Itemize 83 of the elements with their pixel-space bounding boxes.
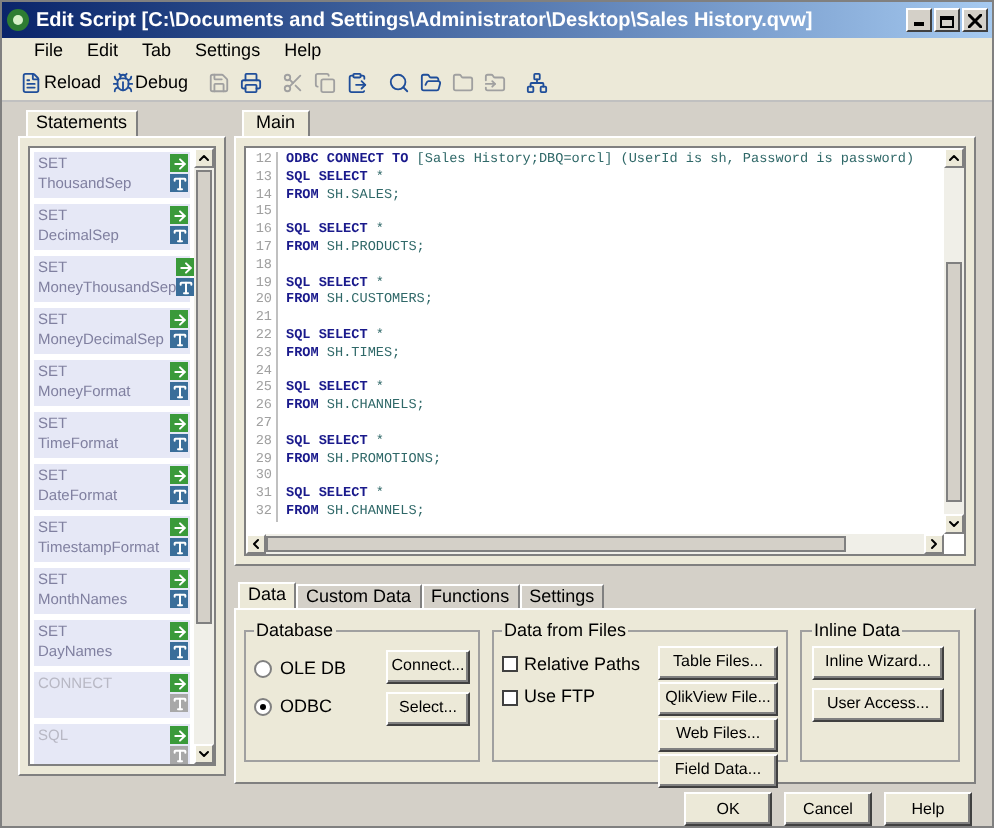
scroll-up-button[interactable] <box>944 148 964 168</box>
scroll-down-button[interactable] <box>944 514 964 534</box>
database-button[interactable]: Select... <box>386 691 470 725</box>
radio-button[interactable] <box>254 659 272 678</box>
menu-item[interactable]: Settings <box>195 38 261 66</box>
folder-icon[interactable] <box>418 69 445 97</box>
statements-tab[interactable]: Statements <box>26 110 138 136</box>
scroll-right-button[interactable] <box>924 534 944 554</box>
close-button[interactable] <box>962 8 988 32</box>
data-tab[interactable]: Functions <box>421 584 520 608</box>
vertical-scrollbar[interactable] <box>944 148 964 534</box>
copy-icon <box>314 72 337 94</box>
files-button[interactable]: Web Files... <box>658 717 778 751</box>
scroll-thumb[interactable] <box>266 536 846 552</box>
paste-icon[interactable] <box>344 69 371 97</box>
text-icon[interactable] <box>176 278 194 296</box>
radio-option[interactable]: OLE DB <box>254 655 347 682</box>
folder-icon <box>452 72 475 94</box>
search-icon[interactable] <box>386 69 413 97</box>
data-tab[interactable]: Data <box>238 582 297 608</box>
save-icon <box>208 72 231 94</box>
text-icon[interactable] <box>170 434 188 452</box>
dialog-button[interactable]: Help <box>884 792 972 826</box>
menu-item[interactable]: File <box>34 38 64 66</box>
data-tab[interactable]: Custom Data <box>296 584 422 608</box>
chevron-icon <box>946 150 962 166</box>
paste-icon <box>346 72 369 94</box>
chevron-icon <box>248 536 264 552</box>
horizontal-scrollbar[interactable] <box>246 534 944 554</box>
inline-data-button[interactable]: Inline Wizard... <box>812 645 944 679</box>
group-title: Inline Data <box>812 618 903 644</box>
text-icon[interactable] <box>170 538 188 556</box>
checkbox-option[interactable]: Relative Paths <box>502 651 641 678</box>
search-icon <box>388 72 411 94</box>
toolbar-button[interactable]: Reload <box>18 69 104 97</box>
scroll-left-button[interactable] <box>246 534 266 554</box>
app-icon <box>6 8 30 32</box>
window-title: Edit Script [C:\Documents and Settings\Administrator\Desktop\Sales History.qvw] <box>36 7 815 35</box>
scroll-thumb[interactable] <box>196 170 212 624</box>
checkbox[interactable] <box>502 656 518 673</box>
cut-icon <box>282 72 305 94</box>
folder-icon <box>484 72 507 94</box>
text-icon[interactable] <box>170 642 188 660</box>
database-button[interactable]: Connect... <box>386 649 470 683</box>
files-button[interactable]: Table Files... <box>658 645 778 679</box>
text-icon[interactable] <box>170 226 188 244</box>
scroll-up-button[interactable] <box>194 148 214 168</box>
text-icon[interactable] <box>170 382 188 400</box>
chevron-icon <box>196 746 212 762</box>
vertical-scrollbar[interactable] <box>194 148 214 764</box>
data-tab[interactable]: Settings <box>519 584 605 608</box>
bug-icon <box>111 72 134 94</box>
menu-item[interactable]: Help <box>284 38 322 66</box>
inline-data-button[interactable]: User Access... <box>812 687 944 721</box>
dialog-button[interactable]: OK <box>684 792 772 826</box>
toolbar-button[interactable]: Debug <box>109 69 191 97</box>
print-icon <box>240 72 263 94</box>
text-icon[interactable] <box>170 330 188 348</box>
document-icon <box>20 72 42 94</box>
minimize-button[interactable] <box>906 8 932 32</box>
maximize-button[interactable] <box>934 8 960 32</box>
text-icon[interactable] <box>170 174 188 192</box>
scroll-down-button[interactable] <box>194 744 214 764</box>
text-icon[interactable] <box>170 486 188 504</box>
scroll-thumb[interactable] <box>946 261 962 501</box>
checkbox[interactable] <box>502 689 518 706</box>
text-icon[interactable] <box>170 590 188 608</box>
folder-icon <box>420 72 443 94</box>
radio-option[interactable]: ODBC <box>254 694 347 721</box>
chevron-icon <box>196 150 212 166</box>
group-title: Database <box>254 618 336 644</box>
menu-item[interactable]: Tab <box>142 38 172 66</box>
dialog-button[interactable]: Cancel <box>784 792 872 826</box>
diagram-icon <box>526 72 549 94</box>
diagram-icon[interactable] <box>524 69 551 97</box>
files-button[interactable]: QlikView File... <box>658 681 778 715</box>
group-title: Data from Files <box>502 618 629 644</box>
radio-button[interactable] <box>254 698 272 717</box>
checkbox-option[interactable]: Use FTP <box>502 684 641 711</box>
print-icon[interactable] <box>238 69 265 97</box>
files-button[interactable]: Field Data... <box>658 753 778 787</box>
menu-item[interactable]: Edit <box>87 38 119 66</box>
script-tab[interactable]: Main <box>242 110 310 136</box>
